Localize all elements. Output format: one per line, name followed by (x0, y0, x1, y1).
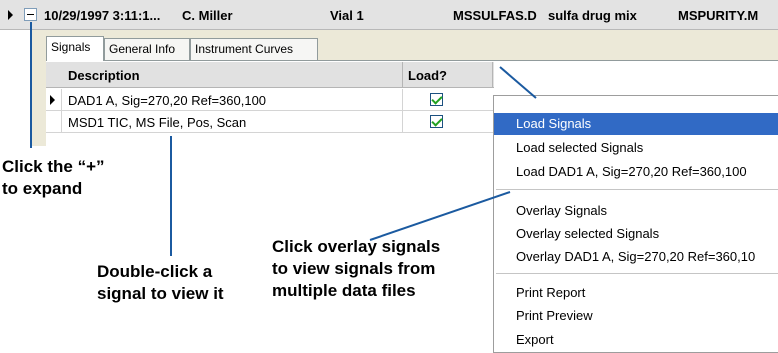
annotation-line: to view signals from (272, 259, 436, 278)
annotation-line: to expand (2, 179, 83, 198)
overlay-callout-line (369, 191, 511, 241)
annotation-line: Click overlay signals (272, 237, 441, 256)
expand-annotation: Click the “+” to expand (2, 156, 105, 200)
menu-callout-line (499, 66, 537, 99)
double-click-annotation: Double-click a signal to view it (97, 261, 224, 305)
annotation-line: signal to view it (97, 284, 224, 303)
annotation-line: multiple data files (272, 281, 416, 300)
annotation-line: Click the “+” (2, 157, 105, 176)
annotation-line: Double-click a (97, 262, 213, 281)
overlay-annotation: Click overlay signals to view signals fr… (272, 236, 440, 302)
tab-signals[interactable]: Signals (46, 36, 104, 61)
